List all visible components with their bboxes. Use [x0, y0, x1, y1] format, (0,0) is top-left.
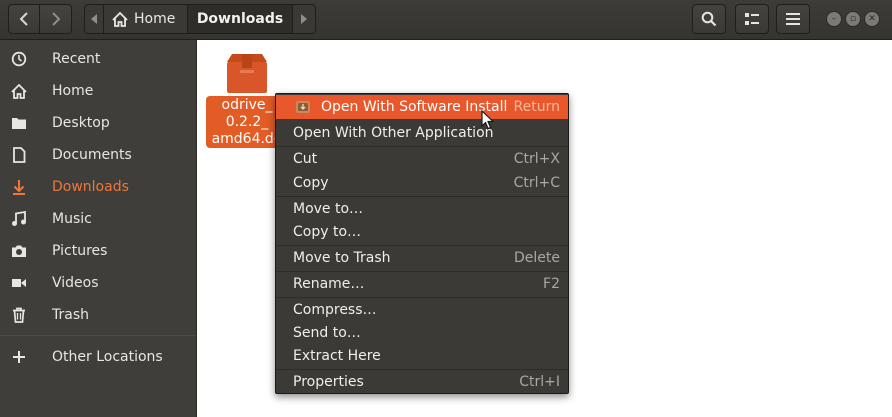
menu-item-label: Rename… [293, 276, 365, 292]
menu-item-label: Move to Trash [293, 250, 391, 266]
menu-item-label: Compress… [293, 302, 377, 318]
menu-item-label: Open With Other Application [293, 125, 494, 141]
header-bar: Home Downloads – ▫ ✕ [0, 0, 892, 40]
menu-item-label: Open With Software Install [321, 99, 508, 115]
document-icon [10, 146, 28, 164]
search-icon [701, 11, 717, 27]
close-icon: ✕ [868, 13, 876, 24]
close-button[interactable]: ✕ [864, 11, 880, 27]
sidebar-item-label: Recent [52, 51, 101, 67]
chevron-right-icon [51, 12, 60, 26]
menu-item-shortcut: Ctrl+I [519, 374, 560, 390]
sidebar: Recent Home Desktop Documents Downloads … [0, 40, 197, 417]
menu-item-label: Copy [293, 175, 329, 191]
hamburger-menu-icon [786, 13, 800, 25]
sidebar-item-recent[interactable]: Recent [0, 44, 196, 74]
chevron-left-icon [19, 12, 28, 26]
software-install-icon [296, 101, 310, 113]
menu-item-shortcut: Delete [514, 250, 560, 266]
menu-item-label: Send to… [293, 325, 361, 341]
minimize-button[interactable]: – [826, 11, 842, 27]
path-home-button[interactable]: Home [103, 5, 187, 33]
sidebar-item-home[interactable]: Home [0, 76, 196, 106]
triangle-right-icon [301, 14, 307, 24]
sidebar-item-label: Other Locations [52, 349, 163, 365]
sidebar-item-label: Downloads [52, 179, 129, 195]
sidebar-item-label: Music [52, 211, 92, 227]
sidebar-item-trash[interactable]: Trash [0, 300, 196, 330]
path-scroll-left-button[interactable] [85, 5, 103, 33]
menu-item-shortcut: Ctrl+X [513, 151, 560, 167]
download-icon [10, 178, 28, 196]
list-view-icon [745, 13, 759, 25]
sidebar-item-desktop[interactable]: Desktop [0, 108, 196, 138]
menu-item-label: Extract Here [293, 348, 381, 364]
sidebar-item-music[interactable]: Music [0, 204, 196, 234]
sidebar-item-label: Desktop [52, 115, 110, 131]
clock-icon [10, 50, 28, 68]
sidebar-item-other-locations[interactable]: Other Locations [0, 342, 196, 372]
maximize-button[interactable]: ▫ [845, 11, 861, 27]
path-current-label: Downloads [196, 11, 284, 27]
menu-item-copy[interactable]: Copy Ctrl+C [276, 171, 568, 195]
triangle-left-icon [91, 14, 97, 24]
sidebar-item-downloads[interactable]: Downloads [0, 172, 196, 202]
camera-icon [10, 242, 28, 260]
path-home-label: Home [134, 11, 176, 27]
search-button[interactable] [692, 4, 726, 34]
view-toggle-button[interactable] [735, 4, 769, 34]
path-downloads-button[interactable]: Downloads [187, 5, 293, 33]
menu-item-send-to[interactable]: Send to… [276, 321, 568, 345]
menu-item-copy-to[interactable]: Copy to… [276, 220, 568, 244]
mouse-pointer-icon [481, 110, 495, 130]
sidebar-item-label: Videos [52, 275, 99, 291]
home-icon [112, 11, 128, 27]
menu-item-open-with-software-install[interactable]: Open With Software Install Return [276, 95, 568, 119]
menu-item-move-to[interactable]: Move to… [276, 197, 568, 221]
menu-item-label: Properties [293, 374, 364, 390]
forward-button[interactable] [40, 4, 72, 34]
maximize-icon: ▫ [849, 13, 857, 24]
menu-item-open-with-other-application[interactable]: Open With Other Application [276, 121, 568, 145]
menu-item-compress[interactable]: Compress… [276, 298, 568, 322]
menu-item-rename[interactable]: Rename… F2 [276, 272, 568, 296]
menu-item-cut[interactable]: Cut Ctrl+X [276, 147, 568, 171]
menu-item-shortcut: Return [513, 99, 560, 115]
menu-item-label: Cut [293, 151, 318, 167]
menu-item-properties[interactable]: Properties Ctrl+I [276, 370, 568, 394]
plus-icon [10, 348, 28, 366]
sidebar-item-label: Documents [52, 147, 132, 163]
path-scroll-right-button[interactable] [293, 5, 315, 33]
folder-icon [10, 114, 28, 132]
video-icon [10, 274, 28, 292]
minimize-icon: – [831, 13, 837, 24]
menu-item-label: Move to… [293, 201, 364, 217]
menu-item-label: Copy to… [293, 224, 362, 240]
sidebar-item-label: Trash [52, 307, 89, 323]
menu-item-move-to-trash[interactable]: Move to Trash Delete [276, 246, 568, 270]
back-button[interactable] [8, 4, 40, 34]
sidebar-item-pictures[interactable]: Pictures [0, 236, 196, 266]
menu-item-shortcut: F2 [543, 276, 560, 292]
menu-button[interactable] [776, 4, 810, 34]
sidebar-item-documents[interactable]: Documents [0, 140, 196, 170]
home-icon [10, 82, 28, 100]
sidebar-item-videos[interactable]: Videos [0, 268, 196, 298]
trash-icon [10, 306, 28, 324]
path-bar: Home Downloads [84, 4, 316, 34]
music-icon [10, 210, 28, 228]
context-menu: Open With Software Install Return Open W… [275, 93, 569, 394]
package-icon[interactable] [224, 52, 270, 94]
menu-item-extract-here[interactable]: Extract Here [276, 344, 568, 368]
menu-item-shortcut: Ctrl+C [513, 175, 560, 191]
sidebar-divider [0, 335, 196, 336]
sidebar-item-label: Pictures [52, 243, 108, 259]
sidebar-item-label: Home [52, 83, 94, 99]
